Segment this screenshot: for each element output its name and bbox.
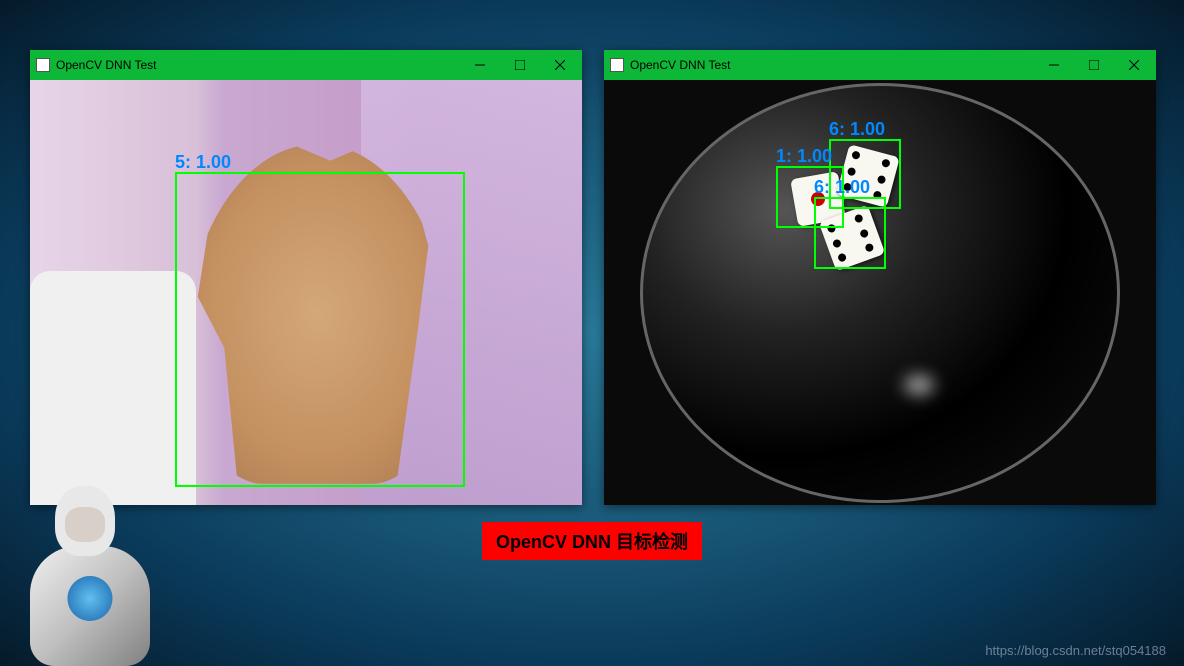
app-icon bbox=[610, 58, 624, 72]
window-title-right: OpenCV DNN Test bbox=[630, 58, 730, 72]
minimize-button[interactable] bbox=[460, 51, 500, 79]
titlebar-left[interactable]: OpenCV DNN Test bbox=[30, 50, 582, 80]
maximize-button[interactable] bbox=[500, 51, 540, 79]
window-title-left: OpenCV DNN Test bbox=[56, 58, 156, 72]
app-icon bbox=[36, 58, 50, 72]
close-button[interactable] bbox=[540, 51, 580, 79]
minimize-button[interactable] bbox=[1034, 51, 1074, 79]
titlebar-right[interactable]: OpenCV DNN Test bbox=[604, 50, 1156, 80]
robot-decoration bbox=[20, 486, 160, 666]
detection-label: 5: 1.00 bbox=[175, 152, 231, 173]
caption-label: OpenCV DNN 目标检测 bbox=[482, 522, 702, 560]
watermark-url: https://blog.csdn.net/stq054188 bbox=[985, 643, 1166, 658]
opencv-window-left: OpenCV DNN Test 5: 1.00 bbox=[30, 50, 582, 505]
maximize-button[interactable] bbox=[1074, 51, 1114, 79]
image-area-left: 5: 1.00 bbox=[30, 80, 582, 505]
image-area-right: 6: 1.00 1: 1.00 6: 1.00 bbox=[604, 80, 1156, 505]
detection-label: 6: 1.00 bbox=[814, 177, 870, 198]
detection-label: 6: 1.00 bbox=[829, 119, 885, 140]
opencv-window-right: OpenCV DNN Test bbox=[604, 50, 1156, 505]
close-button[interactable] bbox=[1114, 51, 1154, 79]
detection-label: 1: 1.00 bbox=[776, 146, 832, 167]
detection-box-hand: 5: 1.00 bbox=[175, 172, 465, 487]
detection-box-dice-bottom: 6: 1.00 bbox=[814, 197, 886, 269]
